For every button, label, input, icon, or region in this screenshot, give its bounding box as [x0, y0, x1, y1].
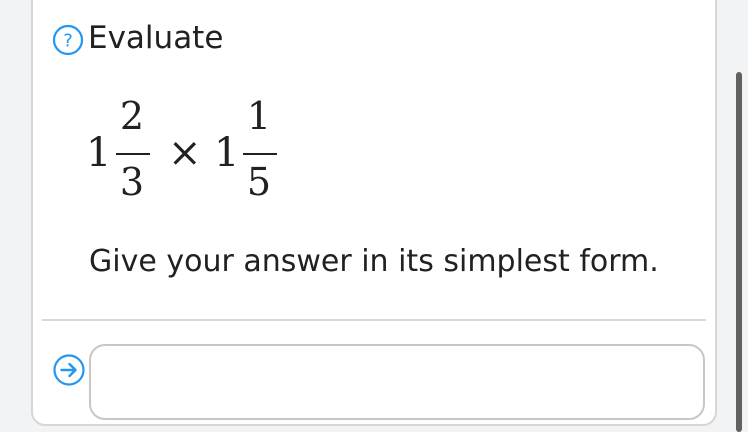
scrollbar[interactable] [736, 72, 742, 432]
right-numerator: 1 [246, 94, 272, 138]
answer-input[interactable] [89, 344, 705, 420]
question-circle-icon[interactable]: ? [52, 24, 84, 56]
right-whole-number: 1 [214, 130, 240, 176]
left-fraction-bar [116, 153, 150, 155]
multiply-operator: × [168, 130, 202, 176]
left-whole-number: 1 [86, 130, 112, 176]
divider [42, 319, 706, 321]
right-fraction-bar [243, 153, 277, 155]
arrow-right-circle-icon[interactable] [52, 353, 86, 387]
left-numerator: 2 [119, 94, 145, 138]
right-denominator: 5 [246, 160, 272, 204]
svg-text:?: ? [63, 31, 73, 52]
instruction-text: Give your answer in its simplest form. [89, 244, 659, 279]
left-denominator: 3 [119, 160, 145, 204]
question-label: Evaluate [88, 20, 224, 56]
